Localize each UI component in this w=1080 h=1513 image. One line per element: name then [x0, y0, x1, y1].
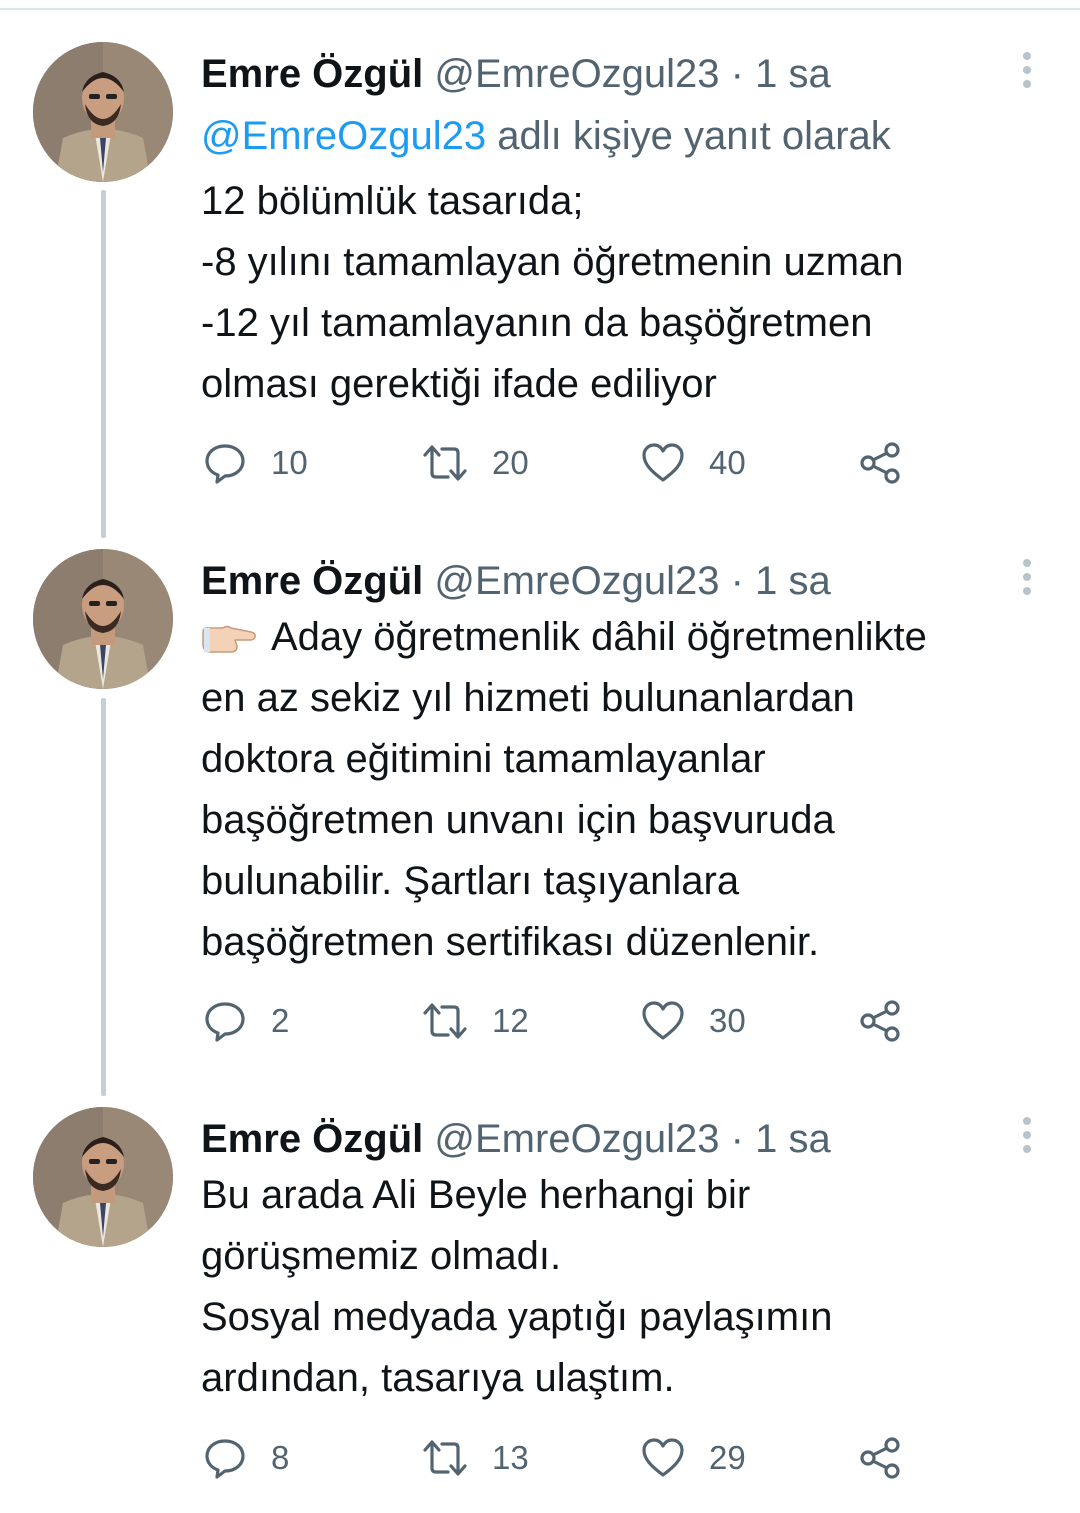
- comment-icon: [205, 444, 245, 484]
- reply-button[interactable]: 2: [203, 997, 289, 1045]
- tweet-text-line: Aday öğretmenlik dâhil öğretmenlikte: [201, 607, 927, 668]
- pointing-right-emoji: [202, 625, 256, 653]
- tweet-text-line: ardından, tasarıya ulaştım.: [201, 1356, 675, 1400]
- reply-context: @EmreOzgul23 adlı kişiye yanıt olarak: [201, 110, 891, 162]
- share-icon: [860, 1437, 900, 1479]
- reply-button[interactable]: 10: [203, 439, 308, 487]
- reply-mention-link[interactable]: @EmreOzgul23: [201, 114, 486, 158]
- like-count: 30: [709, 1002, 746, 1039]
- like-button[interactable]: 40: [641, 439, 746, 487]
- heart-icon: [642, 1001, 684, 1040]
- more-vertical-icon[interactable]: [1017, 557, 1037, 597]
- retweet-count: 20: [492, 444, 529, 481]
- share-button[interactable]: [858, 439, 902, 487]
- tweet-header: Emre Özgül @EmreOzgul23 · 1 sa: [201, 1113, 831, 1165]
- tweet-actions: 2 12 30: [0, 997, 1080, 1045]
- tweet-header: Emre Özgül @EmreOzgul23 · 1 sa: [201, 555, 831, 607]
- reply-button[interactable]: 8: [203, 1434, 289, 1482]
- tweet-text-line: başöğretmen sertifikası düzenlenir.: [201, 920, 820, 964]
- author-name[interactable]: Emre Özgül: [201, 1117, 423, 1161]
- reply-count: 10: [271, 444, 308, 481]
- tweet-text-line: başöğretmen unvanı için başvuruda: [201, 798, 835, 842]
- tweet[interactable]: Emre Özgül @EmreOzgul23 · 1 sa Bu arada …: [0, 1107, 1080, 1507]
- tweet-text: Aday öğretmenlik dâhil öğretmenlikte en …: [201, 607, 927, 973]
- share-icon: [860, 1000, 900, 1042]
- top-divider: [0, 8, 1080, 10]
- share-icon: [860, 442, 900, 484]
- reply-count: 8: [271, 1439, 290, 1476]
- retweet-count: 13: [492, 1439, 529, 1476]
- tweet-text-line: görüşmemiz olmadı.: [201, 1234, 562, 1278]
- timestamp[interactable]: 1 sa: [755, 52, 831, 96]
- retweet-icon: [423, 1440, 467, 1476]
- author-name[interactable]: Emre Özgül: [201, 559, 423, 603]
- retweet-button[interactable]: 13: [422, 1434, 529, 1482]
- tweet-text-line: Sosyal medyada yaptığı paylaşımın: [201, 1295, 833, 1339]
- tweet-text: Bu arada Ali Beyle herhangi bir görüşmem…: [201, 1165, 832, 1409]
- tweet[interactable]: Emre Özgül @EmreOzgul23 · 1 sa @EmreOzgu…: [0, 42, 1080, 502]
- tweet-text-line: bulunabilir. Şartları taşıyanlara: [201, 859, 740, 903]
- separator-dot: ·: [730, 559, 744, 603]
- avatar[interactable]: [33, 1107, 173, 1247]
- tweet-text-line: 12 bölümlük tasarıda;: [201, 179, 584, 223]
- avatar-photo: [33, 549, 173, 689]
- author-name[interactable]: Emre Özgül: [201, 52, 423, 96]
- reply-context-text: adlı kişiye yanıt olarak: [486, 114, 891, 158]
- retweet-button[interactable]: 12: [422, 997, 529, 1045]
- share-button[interactable]: [858, 1434, 902, 1482]
- tweet-text-line: doktora eğitimini tamamlayanlar: [201, 737, 766, 781]
- author-handle[interactable]: @EmreOzgul23: [434, 1117, 719, 1161]
- avatar-photo: [33, 42, 173, 182]
- more-vertical-icon[interactable]: [1017, 50, 1037, 90]
- like-button[interactable]: 30: [641, 997, 746, 1045]
- reply-count: 2: [271, 1002, 290, 1039]
- comment-icon: [205, 1002, 245, 1042]
- avatar[interactable]: [33, 549, 173, 689]
- avatar-photo: [33, 1107, 173, 1247]
- like-button[interactable]: 29: [641, 1434, 746, 1482]
- retweet-icon: [423, 1003, 467, 1039]
- avatar[interactable]: [33, 42, 173, 182]
- tweet-text-line-content: Aday öğretmenlik dâhil öğretmenlikte: [271, 615, 927, 659]
- separator-dot: ·: [730, 1117, 744, 1161]
- retweet-button[interactable]: 20: [422, 439, 529, 487]
- heart-icon: [642, 1438, 684, 1477]
- tweet-text-line: Bu arada Ali Beyle herhangi bir: [201, 1173, 751, 1217]
- separator-dot: ·: [730, 52, 744, 96]
- tweet-actions: 8 13 29: [0, 1434, 1080, 1482]
- author-handle[interactable]: @EmreOzgul23: [434, 52, 719, 96]
- tweet-text-line: en az sekiz yıl hizmeti bulunanlardan: [201, 676, 855, 720]
- tweet[interactable]: Emre Özgül @EmreOzgul23 · 1 sa Aday öğre…: [0, 549, 1080, 1069]
- author-handle[interactable]: @EmreOzgul23: [434, 559, 719, 603]
- tweet-text-line: -12 yıl tamamlayanın da başöğretmen: [201, 301, 873, 345]
- timestamp[interactable]: 1 sa: [755, 1117, 831, 1161]
- more-vertical-icon[interactable]: [1017, 1115, 1037, 1155]
- share-button[interactable]: [858, 997, 902, 1045]
- tweet-actions: 10 20 40: [0, 439, 1080, 487]
- tweet-text-line: olması gerektiği ifade ediliyor: [201, 362, 717, 406]
- heart-icon: [642, 443, 684, 482]
- tweet-header: Emre Özgül @EmreOzgul23 · 1 sa: [201, 48, 831, 100]
- comment-icon: [205, 1439, 245, 1479]
- tweet-text: 12 bölümlük tasarıda; -8 yılını tamamlay…: [201, 171, 904, 415]
- like-count: 40: [709, 444, 746, 481]
- timestamp[interactable]: 1 sa: [755, 559, 831, 603]
- tweet-text-line: -8 yılını tamamlayan öğretmenin uzman: [201, 240, 904, 284]
- retweet-icon: [423, 445, 467, 481]
- retweet-count: 12: [492, 1002, 529, 1039]
- like-count: 29: [709, 1439, 746, 1476]
